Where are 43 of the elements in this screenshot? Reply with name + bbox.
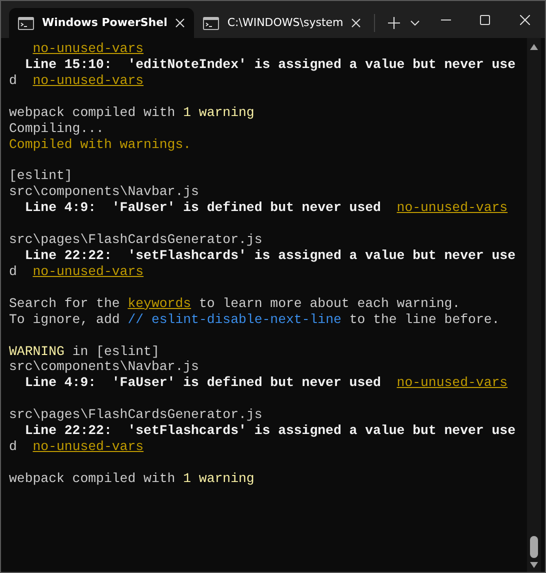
terminal-text: 1 warning <box>183 470 254 486</box>
link[interactable]: no-unused-vars <box>32 439 144 454</box>
terminal-text: [eslint] <box>9 168 72 184</box>
scrollbar-thumb[interactable] <box>530 536 538 558</box>
terminal-text: Line 4:9: 'FaUser' is defined but never used <box>24 200 382 216</box>
close-tab-icon[interactable] <box>175 16 186 30</box>
terminal-text: WARNING <box>9 344 64 359</box>
terminal-text: src\components\Navbar.js <box>9 184 199 200</box>
terminal-text: To ignore, add <box>9 312 121 327</box>
terminal-text: in [eslint] <box>72 344 160 359</box>
terminal-text: Line 22:22: 'setFlashcards' is assigned a value but never use <box>24 248 516 263</box>
link[interactable]: keywords <box>128 296 192 311</box>
terminal-text: to learn more about each warning. <box>198 296 460 311</box>
terminal-text: webpack compiled with <box>9 104 176 120</box>
link[interactable]: no-unused-vars <box>32 72 144 88</box>
link[interactable]: no-unused-vars <box>32 41 144 56</box>
terminal-text: to the line before. <box>349 312 500 327</box>
terminal-text: d <box>9 72 18 88</box>
terminal-text: Line 15:10: 'editNoteIndex' is assigned a value but never use <box>24 56 516 72</box>
terminal-text: d <box>9 264 18 279</box>
scroll-up-icon[interactable] <box>530 44 538 50</box>
terminal-text: Compiled with warnings. <box>9 136 192 152</box>
terminal-icon <box>18 16 34 30</box>
tab[interactable]: Windows PowerShel <box>9 8 194 38</box>
scrollbar[interactable] <box>527 38 541 572</box>
link[interactable]: no-unused-vars <box>396 200 508 216</box>
terminal-text: src\pages\FlashCardsGenerator.js <box>9 407 262 422</box>
terminal-text: Line 22:22: 'setFlashcards' is assigned a value but never use <box>24 423 516 438</box>
terminal-text: Search for the <box>9 296 121 311</box>
terminal-text: // eslint-disable-next-line <box>128 312 342 327</box>
terminal-icon <box>203 16 220 30</box>
scroll-down-icon[interactable] <box>530 562 538 568</box>
terminal-text: 1 warning <box>183 104 254 120</box>
terminal-text: d <box>9 439 18 454</box>
terminal-text: src\components\Navbar.js <box>9 359 199 374</box>
terminal-text: src\pages\FlashCardsGenerator.js <box>9 232 262 248</box>
close-tab-icon[interactable] <box>351 16 362 30</box>
terminal-text: Compiling... <box>9 120 104 136</box>
tab[interactable]: C:\WINDOWS\system <box>194 8 370 38</box>
link[interactable]: no-unused-vars <box>396 375 508 390</box>
terminal-text: Line 4:9: 'FaUser' is defined but never used <box>24 375 382 390</box>
terminal-text: webpack compiled with <box>9 470 176 486</box>
link[interactable]: no-unused-vars <box>32 264 144 279</box>
